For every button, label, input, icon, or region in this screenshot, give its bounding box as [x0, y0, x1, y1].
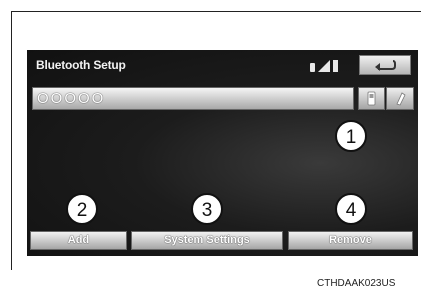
- battery-icon: [333, 60, 338, 72]
- callout-4: 4: [335, 193, 367, 225]
- screen-title: Bluetooth Setup: [36, 58, 126, 72]
- bluetooth-device-icon: [310, 63, 315, 72]
- system-settings-button[interactable]: System Settings: [131, 231, 283, 250]
- callout-2: 2: [66, 193, 98, 225]
- device-name-label: OOOOO: [37, 90, 106, 107]
- add-button[interactable]: Add: [30, 231, 127, 250]
- frame-top-border: [11, 11, 421, 12]
- device-name-button[interactable]: OOOOO: [32, 87, 354, 110]
- back-arrow-icon: [375, 60, 396, 71]
- callout-1: 1: [335, 120, 367, 152]
- remove-button[interactable]: Remove: [288, 231, 413, 250]
- frame-left-border: [11, 11, 12, 270]
- phone-connection-button[interactable]: [358, 87, 385, 110]
- figure-caption-code: CTHDAAK023US: [317, 278, 396, 289]
- phone-icon: [367, 91, 376, 106]
- audio-player-connection-button[interactable]: [386, 87, 414, 110]
- signal-strength-icon: [318, 60, 330, 72]
- back-button[interactable]: [359, 55, 411, 75]
- audio-player-icon: [396, 92, 406, 106]
- bluetooth-setup-screen: Bluetooth Setup OOOOO Add System Setting…: [27, 50, 418, 256]
- callout-3: 3: [191, 193, 223, 225]
